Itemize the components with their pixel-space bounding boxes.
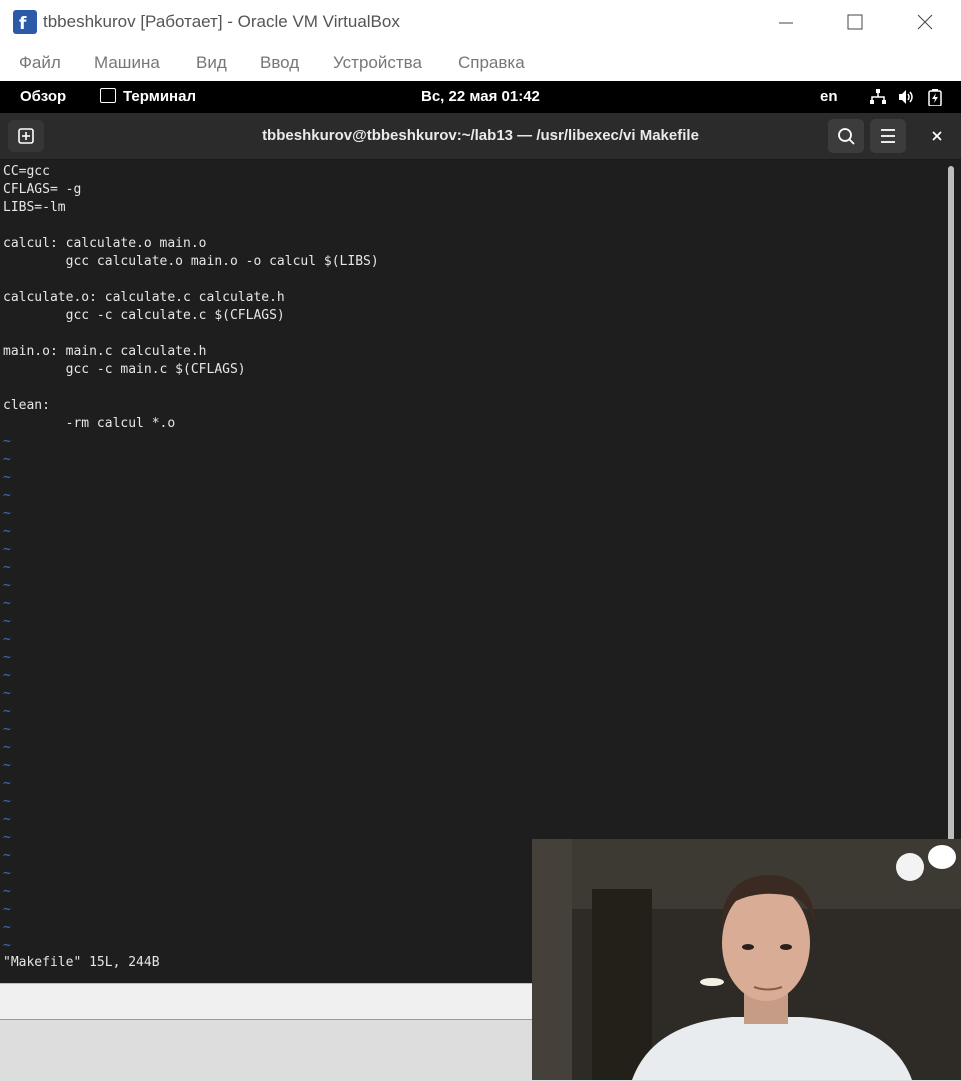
host-window-title: tbbeshkurov [Работает] - Oracle VM Virtu… xyxy=(43,12,400,31)
keyboard-layout-indicator[interactable]: en xyxy=(820,88,838,105)
network-icon[interactable] xyxy=(870,89,886,105)
svg-text:f: f xyxy=(19,14,27,34)
minimize-button[interactable] xyxy=(763,8,809,38)
close-window-button[interactable] xyxy=(902,8,948,38)
menu-devices[interactable]: Устройства xyxy=(333,53,422,73)
gnome-topbar: Обзор Терминал Вс, 22 мая 01:42 en xyxy=(0,81,961,113)
terminal-title: tbbeshkurov@tbbeshkurov:~/lab13 — /usr/l… xyxy=(262,127,699,144)
webcam-person-image xyxy=(532,839,961,1080)
clock[interactable]: Вс, 22 мая 01:42 xyxy=(421,88,540,105)
app-menu-label: Терминал xyxy=(123,88,196,105)
host-menubar: Файл Машина Вид Ввод Устройства Справка xyxy=(0,45,961,81)
menu-view[interactable]: Вид xyxy=(196,53,227,73)
close-icon xyxy=(917,14,933,30)
terminal-headerbar: tbbeshkurov@tbbeshkurov:~/lab13 — /usr/l… xyxy=(0,113,961,160)
volume-icon[interactable] xyxy=(898,89,915,105)
vi-empty-line-markers: ~ ~ ~ ~ ~ ~ ~ ~ ~ ~ ~ ~ ~ ~ ~ ~ ~ ~ ~ ~ … xyxy=(3,434,11,953)
host-titlebar: f tbbeshkurov [Работает] - Oracle VM Vir… xyxy=(0,0,961,45)
menu-machine[interactable]: Машина xyxy=(94,53,160,73)
webcam-overlay xyxy=(532,839,961,1080)
maximize-button[interactable] xyxy=(832,8,878,38)
terminal-app-icon xyxy=(100,88,116,103)
hamburger-icon xyxy=(881,129,895,143)
terminal-close-button[interactable] xyxy=(926,125,948,147)
minimize-icon xyxy=(779,22,793,24)
hamburger-menu-button[interactable] xyxy=(870,119,906,153)
menu-input[interactable]: Ввод xyxy=(260,53,299,73)
close-icon xyxy=(932,131,942,141)
battery-icon[interactable] xyxy=(928,89,942,106)
virtualbox-app-icon: f xyxy=(13,10,37,34)
search-button[interactable] xyxy=(828,119,864,153)
vi-status-line: "Makefile" 15L, 244B xyxy=(3,955,160,970)
maximize-icon xyxy=(847,14,863,30)
menu-help[interactable]: Справка xyxy=(458,53,525,73)
activities-overview-button[interactable]: Обзор xyxy=(20,88,66,105)
app-menu-terminal[interactable]: Терминал xyxy=(100,88,196,105)
makefile-content: CC=gcc CFLAGS= -g LIBS=-lm calcul: calcu… xyxy=(3,164,379,431)
menu-file[interactable]: Файл xyxy=(19,53,61,73)
search-icon xyxy=(838,128,855,145)
